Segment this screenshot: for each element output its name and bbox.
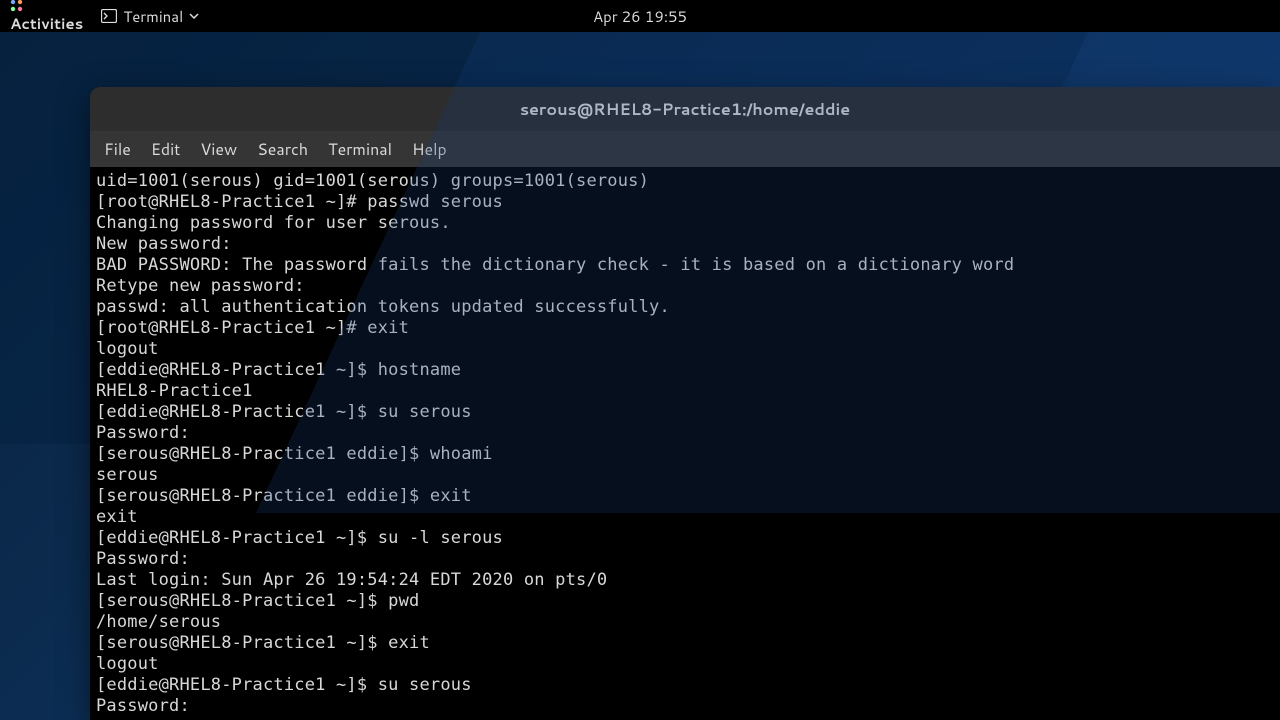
window-titlebar[interactable]: serous@RHEL8-Practice1:/home/eddie bbox=[90, 87, 1280, 131]
window-title: serous@RHEL8-Practice1:/home/eddie bbox=[520, 98, 850, 121]
terminal-window: serous@RHEL8-Practice1:/home/eddie File … bbox=[90, 87, 1280, 720]
terminal-app-icon bbox=[101, 9, 117, 23]
current-app-label: Terminal bbox=[123, 6, 183, 27]
desktop-background: serous@RHEL8-Practice1:/home/eddie File … bbox=[0, 32, 1280, 720]
activities-icon bbox=[10, 0, 24, 13]
menu-edit[interactable]: Edit bbox=[151, 138, 180, 161]
menu-view[interactable]: View bbox=[200, 138, 237, 161]
menu-file[interactable]: File bbox=[104, 138, 131, 161]
menubar: File Edit View Search Terminal Help bbox=[90, 131, 1280, 167]
clock[interactable]: Apr 26 19:55 bbox=[593, 6, 687, 27]
terminal-output[interactable]: uid=1001(serous) gid=1001(serous) groups… bbox=[90, 167, 1280, 720]
menu-help[interactable]: Help bbox=[412, 138, 447, 161]
activities-label: Activities bbox=[10, 13, 83, 34]
chevron-down-icon bbox=[189, 13, 199, 19]
current-app-menu[interactable]: Terminal bbox=[101, 6, 199, 27]
gnome-top-bar: Activities Terminal Apr 26 19:55 bbox=[0, 0, 1280, 32]
menu-search[interactable]: Search bbox=[257, 138, 308, 161]
activities-button[interactable]: Activities bbox=[10, 0, 83, 34]
menu-terminal[interactable]: Terminal bbox=[328, 138, 392, 161]
